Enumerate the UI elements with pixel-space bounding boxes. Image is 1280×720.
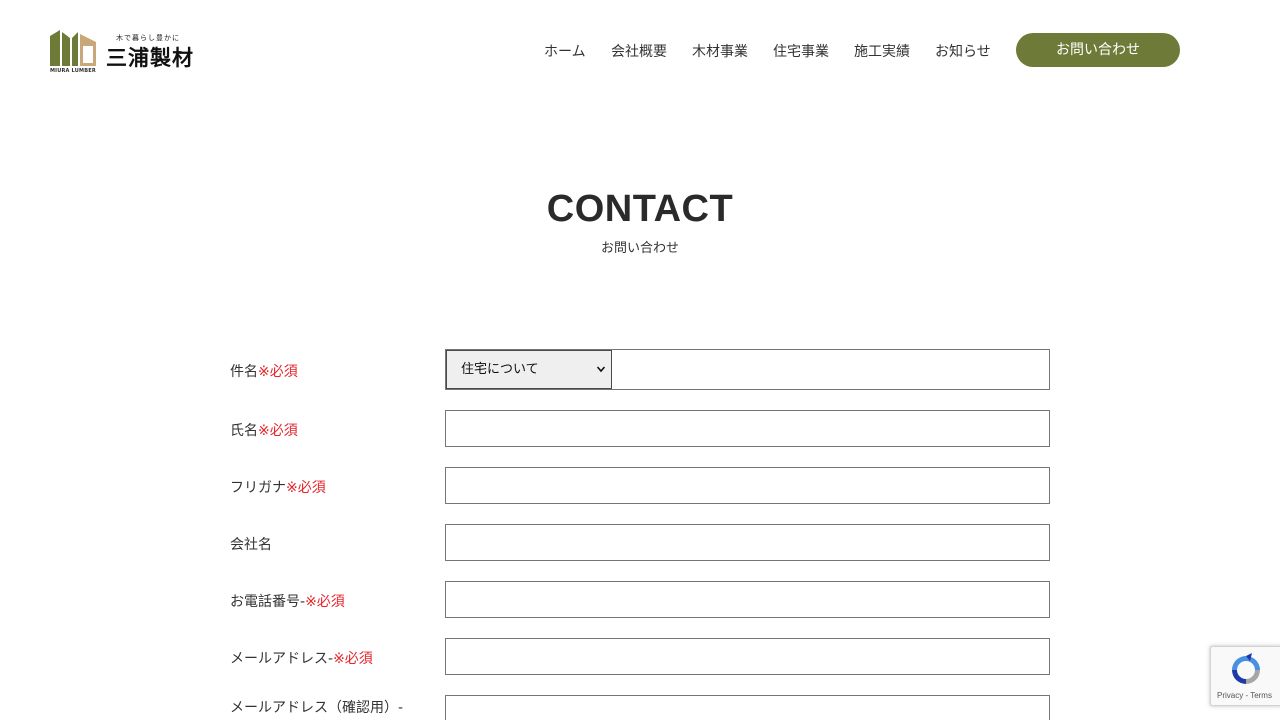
recaptcha-links[interactable]: Privacy - Terms [1217, 691, 1272, 700]
logo-sub-text: MIURA LUMBER [50, 68, 96, 74]
subject-select-value: 住宅について [461, 362, 539, 377]
email-confirm-label: メールアドレス（確認用）- [230, 700, 404, 716]
email-input[interactable] [445, 638, 1050, 675]
name-input[interactable] [445, 410, 1050, 447]
logo-name: 三浦製材 [106, 46, 194, 70]
company-input[interactable] [445, 524, 1050, 561]
nav-item-news[interactable]: お知らせ [935, 41, 991, 61]
furigana-input[interactable] [445, 467, 1050, 504]
email-confirm-input[interactable] [445, 695, 1050, 720]
required-mark: ※必須 [286, 480, 326, 496]
required-mark: ※必須 [305, 594, 345, 610]
recaptcha-icon [1232, 653, 1260, 684]
site-logo[interactable]: MIURA LUMBER 木で暮らし豊かに 三浦製材 [50, 28, 200, 76]
subject-select[interactable]: 住宅について [446, 350, 612, 389]
subject-label: 件名※必須 [230, 364, 298, 380]
company-label: 会社名 [230, 537, 272, 553]
nav-item-works[interactable]: 施工実績 [854, 41, 910, 61]
site-header: MIURA LUMBER 木で暮らし豊かに 三浦製材 ホーム 会社概要 木材事業… [0, 0, 1280, 100]
contact-cta-button[interactable]: お問い合わせ [1016, 33, 1180, 67]
page-title: CONTACT [546, 188, 734, 230]
recaptcha-badge[interactable]: Privacy - Terms [1210, 646, 1280, 706]
furigana-label: フリガナ※必須 [230, 480, 326, 496]
email-label: メールアドレス-※必須 [230, 651, 373, 667]
nav-item-lumber[interactable]: 木材事業 [692, 41, 748, 61]
subject-field: 住宅について [445, 349, 1050, 390]
chevron-down-icon [597, 366, 605, 373]
nav-item-home[interactable]: ホーム [544, 41, 586, 61]
phone-input[interactable] [445, 581, 1050, 618]
required-mark: ※必須 [258, 423, 298, 439]
name-label: 氏名※必須 [230, 423, 298, 439]
required-mark: ※必須 [333, 651, 373, 667]
phone-label: お電話番号-※必須 [230, 594, 345, 610]
nav-item-company[interactable]: 会社概要 [611, 41, 667, 61]
page-subtitle: お問い合わせ [600, 241, 679, 256]
required-mark: ※必須 [258, 364, 298, 380]
nav-item-housing[interactable]: 住宅事業 [773, 41, 829, 61]
